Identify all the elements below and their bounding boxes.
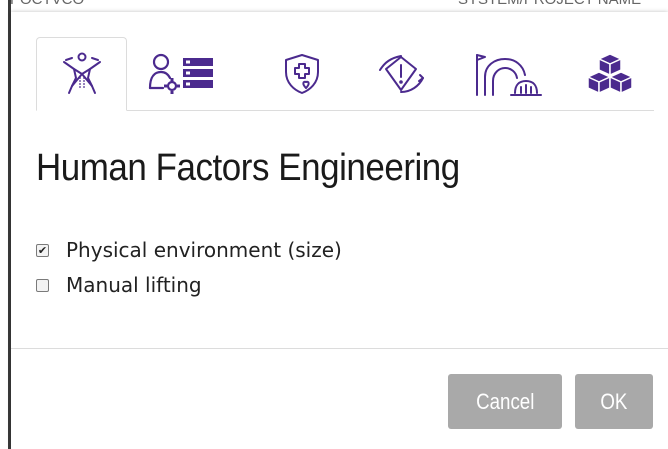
environment-arch-icon <box>475 53 542 96</box>
personnel-settings-icon <box>148 53 213 94</box>
cancel-button-label: Cancel <box>475 388 535 414</box>
option-physical-environment[interactable]: ✔ Physical environment (size) <box>36 238 342 262</box>
human-factors-icon <box>62 52 101 94</box>
tab-health[interactable] <box>257 37 346 110</box>
safety-shield-icon <box>378 54 424 93</box>
ok-button[interactable]: OK <box>575 374 653 429</box>
health-shield-icon <box>284 53 319 94</box>
physical-environment-label: Physical environment (size) <box>66 238 342 262</box>
tab-environment[interactable] <box>463 37 552 110</box>
manual-lifting-label: Manual lifting <box>66 273 202 297</box>
category-tabs <box>36 37 654 111</box>
background-window: POCTVCO SYSTEM/PROJECT NAME <box>0 0 668 12</box>
option-manual-lifting[interactable]: Manual lifting <box>36 273 202 297</box>
cancel-button[interactable]: Cancel <box>448 374 562 429</box>
dialog-title: Human Factors Engineering <box>36 147 460 189</box>
tab-personnel[interactable] <box>139 37 228 110</box>
background-text-right: SYSTEM/PROJECT NAME <box>458 0 641 8</box>
ok-button-label: OK <box>600 388 628 414</box>
dialog: Human Factors Engineering ✔ Physical env… <box>11 12 668 449</box>
tab-human-factors[interactable] <box>36 37 127 111</box>
tab-components[interactable] <box>565 37 654 110</box>
manual-lifting-checkbox[interactable] <box>36 278 49 292</box>
physical-environment-checkbox[interactable]: ✔ <box>36 243 49 257</box>
footer-divider <box>11 348 668 349</box>
background-text-left: POCTVCO <box>10 0 84 8</box>
cubes-icon <box>586 52 633 94</box>
tab-safety[interactable] <box>357 37 446 110</box>
